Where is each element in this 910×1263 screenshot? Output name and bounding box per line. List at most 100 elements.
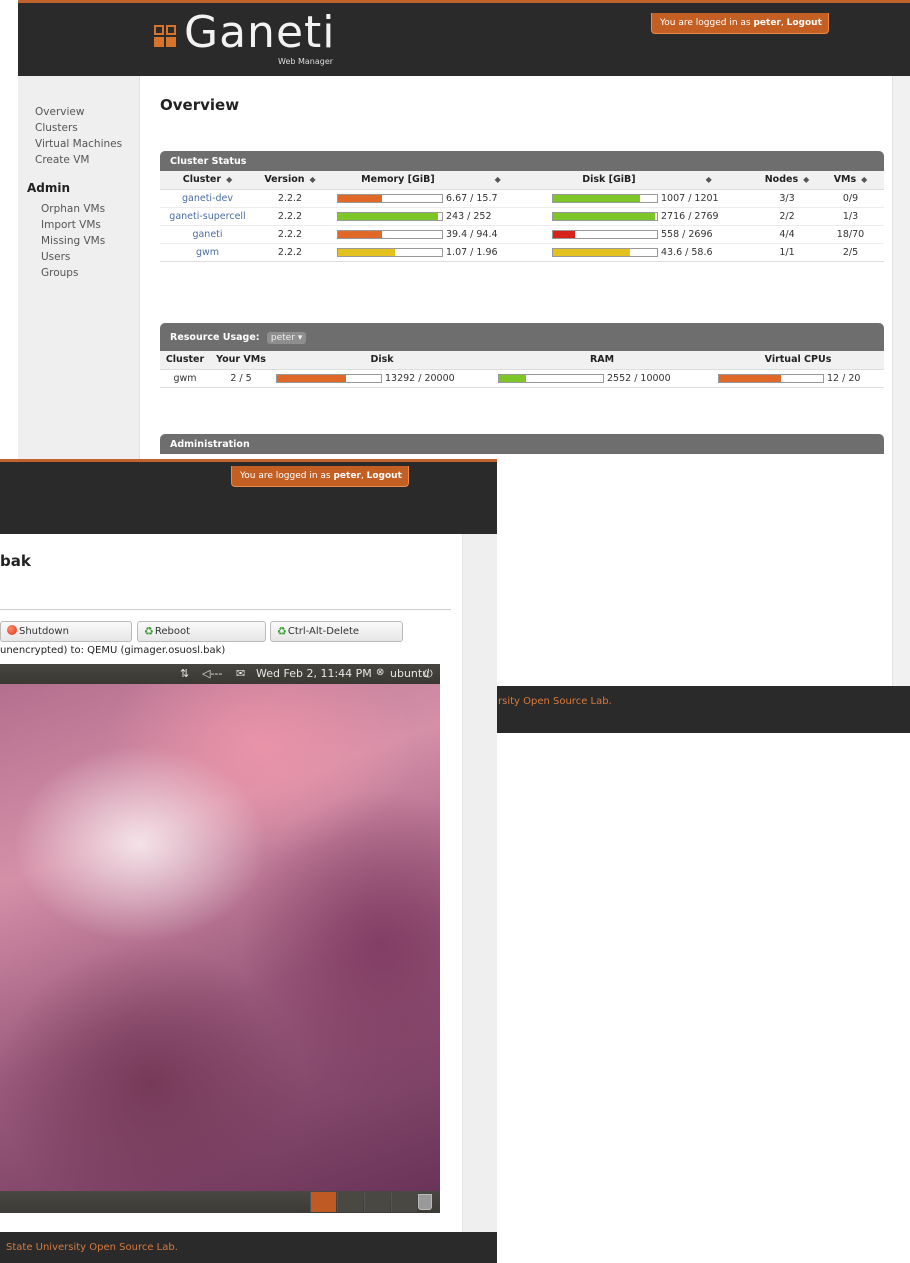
- sort-icon: ◆: [226, 175, 233, 185]
- cluster-vms: 2/5: [817, 243, 884, 262]
- connection-status: unencrypted) to: QEMU (gimager.osuosl.ba…: [0, 645, 226, 656]
- power-icon[interactable]: ⏻: [424, 667, 433, 681]
- login-user[interactable]: peter: [753, 18, 780, 28]
- footer: State University Open Source Lab.: [0, 1232, 497, 1263]
- col-disk[interactable]: Disk [GiB] ◆: [537, 171, 757, 190]
- table-row: ganeti-supercell 2.2.2 243 / 252 2716 / 276…: [160, 207, 884, 226]
- cluster-link[interactable]: gwm: [196, 247, 219, 258]
- workspace-2[interactable]: [337, 1192, 363, 1212]
- login-prefix: You are logged in as: [660, 18, 751, 28]
- ctrl-alt-delete-button[interactable]: ♻Ctrl-Alt-Delete: [270, 621, 403, 642]
- cluster-version: 2.2.2: [255, 225, 325, 244]
- usage-value: 2552 / 10000: [607, 372, 671, 384]
- administration-title: Administration: [170, 439, 250, 450]
- network-icon[interactable]: ⇅: [180, 667, 189, 680]
- cluster-link[interactable]: ganeti: [192, 229, 222, 240]
- usage-bar: [498, 373, 604, 383]
- col-cluster[interactable]: Cluster ◆: [160, 171, 255, 190]
- usage-value: 13292 / 20000: [385, 372, 455, 384]
- scrollbar[interactable]: [462, 534, 497, 1232]
- col-version[interactable]: Version ◆: [255, 171, 325, 190]
- sort-icon: ◆: [309, 175, 316, 185]
- usage-value: 43.6 / 58.6: [661, 246, 713, 258]
- shutdown-icon: [7, 625, 17, 635]
- resource-usage-title: Resource Usage:: [170, 332, 260, 343]
- page-title: bak: [0, 552, 31, 570]
- col-your-vms: Your VMs: [210, 351, 272, 370]
- sidebar-item-virtual-machines[interactable]: Virtual Machines: [35, 138, 122, 150]
- sidebar-item-clusters[interactable]: Clusters: [35, 122, 78, 134]
- workspace-1[interactable]: [310, 1192, 336, 1212]
- reboot-button[interactable]: ♻Reboot: [137, 621, 266, 642]
- usage-value: 39.4 / 94.4: [446, 228, 498, 240]
- table-row: ganeti 2.2.2 39.4 / 94.4 558 / 2696 4/4 18/70: [160, 225, 884, 244]
- col-memory[interactable]: Memory [GiB] ◆: [325, 171, 537, 190]
- usage-value: 1007 / 1201: [661, 192, 719, 204]
- table-row: ganeti-dev 2.2.2 6.67 / 15.7 1007 / 1201 3/3…: [160, 189, 884, 208]
- workspace-3[interactable]: [364, 1192, 390, 1212]
- cluster-nodes: 1/1: [757, 243, 817, 262]
- table-row: gwm 2.2.2 1.07 / 1.96 43.6 / 58.6 1/1 2/5: [160, 243, 884, 262]
- administration-header: Administration: [160, 434, 884, 454]
- scrollbar[interactable]: [892, 76, 910, 686]
- your-vms: 2 / 5: [210, 369, 272, 388]
- cluster-nodes: 3/3: [757, 189, 817, 208]
- login-status: You are logged in as peter, Logout: [231, 466, 409, 487]
- sidebar-item-users[interactable]: Users: [41, 251, 70, 263]
- col-disk: Disk: [272, 351, 492, 370]
- usage-bar: [337, 247, 443, 257]
- sidebar-item-import-vms[interactable]: Import VMs: [41, 219, 101, 231]
- sidebar-item-create-vm[interactable]: Create VM: [35, 154, 89, 166]
- clock[interactable]: Wed Feb 2, 11:44 PM: [256, 667, 372, 680]
- cluster-version: 2.2.2: [255, 243, 325, 262]
- usage-value: 558 / 2696: [661, 228, 713, 240]
- trash-icon[interactable]: [418, 1194, 432, 1210]
- usage-bar: [552, 193, 658, 203]
- logout-link[interactable]: Logout: [367, 471, 402, 481]
- volume-icon[interactable]: ◁---: [202, 667, 222, 680]
- login-user[interactable]: peter: [333, 471, 360, 481]
- user-status-icon[interactable]: ⊗: [376, 667, 384, 678]
- usage-bar: [718, 373, 824, 383]
- mail-icon[interactable]: ✉: [236, 667, 245, 680]
- sidebar-item-groups[interactable]: Groups: [41, 267, 78, 279]
- cluster-vms: 1/3: [817, 207, 884, 226]
- cluster-link[interactable]: ganeti-supercell: [169, 211, 245, 222]
- footer-text[interactable]: State University Open Source Lab.: [6, 1242, 178, 1253]
- resource-usage-header: Resource Usage: peter ▾: [160, 323, 884, 351]
- cluster-nodes: 2/2: [757, 207, 817, 226]
- chevron-down-icon: ▾: [297, 333, 303, 343]
- usage-bar: [552, 247, 658, 257]
- usage-bar: [337, 193, 443, 203]
- usage-value: 1.07 / 1.96: [446, 246, 498, 258]
- ctrl-alt-delete-icon: ♻: [277, 625, 287, 638]
- cluster-link[interactable]: ganeti-dev: [182, 193, 233, 204]
- sidebar-admin-heading: Admin: [27, 181, 71, 195]
- col-nodes[interactable]: Nodes ◆: [757, 171, 817, 190]
- sort-icon: ◆: [861, 175, 868, 185]
- cluster-status-header: Cluster Status: [160, 151, 884, 171]
- vm-console-window: You are logged in as peter, Logout bak S…: [0, 459, 497, 1263]
- shutdown-button[interactable]: Shutdown: [0, 621, 132, 642]
- sort-icon: ◆: [494, 175, 501, 185]
- workspace-4[interactable]: [391, 1192, 417, 1212]
- resource-usage-table: Cluster Your VMs Disk RAM Virtual CPUs g…: [160, 351, 884, 388]
- page-title: Overview: [160, 96, 240, 114]
- usage-value: 6.67 / 15.7: [446, 192, 498, 204]
- cluster-status-title: Cluster Status: [170, 156, 247, 167]
- logout-link[interactable]: Logout: [787, 18, 822, 28]
- col-vms[interactable]: VMs ◆: [817, 171, 884, 190]
- footer-text[interactable]: rsity Open Source Lab.: [498, 696, 612, 707]
- header-bar: Ganeti Web Manager You are logged in as …: [18, 3, 910, 76]
- cluster-status-table: Cluster ◆ Version ◆ Memory [GiB] ◆ Disk [Gi…: [160, 171, 884, 262]
- brand-subtitle: Web Manager: [278, 57, 334, 66]
- cluster-vms: 18/70: [817, 225, 884, 244]
- sidebar-item-overview[interactable]: Overview: [35, 106, 84, 118]
- vnc-console-screen[interactable]: ⇅ ◁--- ✉ Wed Feb 2, 11:44 PM ⊗ ubuntu ⏻: [0, 664, 440, 1240]
- sidebar-item-missing-vms[interactable]: Missing VMs: [41, 235, 105, 247]
- cluster-vms: 0/9: [817, 189, 884, 208]
- sidebar-item-orphan-vms[interactable]: Orphan VMs: [41, 203, 105, 215]
- brand-name: Ganeti: [184, 7, 336, 58]
- sort-icon: ◆: [705, 175, 712, 185]
- user-select-dropdown[interactable]: peter ▾: [266, 332, 307, 344]
